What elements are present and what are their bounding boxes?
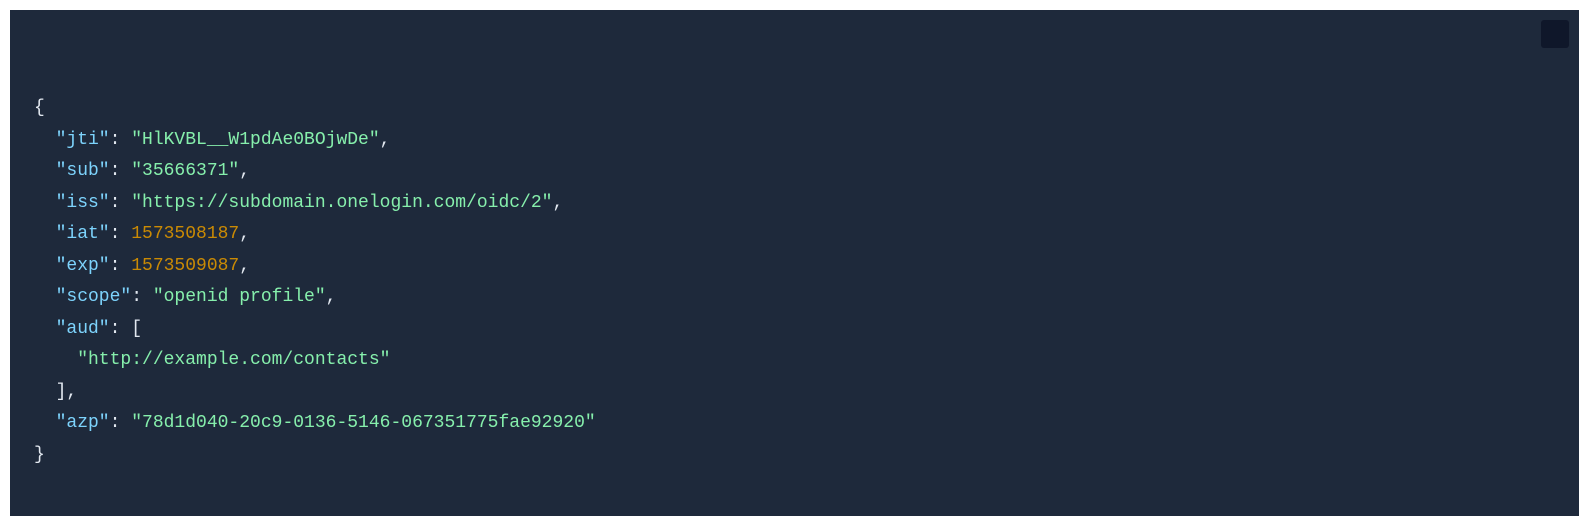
code-block: { "jti": "HlKVBL__W1pdAe0BOjwDe", "sub": "… xyxy=(10,10,1579,516)
comma: , xyxy=(239,224,250,244)
comma: , xyxy=(239,256,250,276)
val-sub: "35666371" xyxy=(131,161,239,181)
key-exp: "exp" xyxy=(56,256,110,276)
colon: : xyxy=(110,256,132,276)
comma: , xyxy=(553,193,564,213)
key-jti: "jti" xyxy=(56,130,110,150)
key-sub: "sub" xyxy=(56,161,110,181)
key-scope: "scope" xyxy=(56,287,132,307)
key-iat: "iat" xyxy=(56,224,110,244)
brace-open: { xyxy=(34,98,45,118)
colon: : xyxy=(110,224,132,244)
val-iat: 1573508187 xyxy=(131,224,239,244)
key-aud: "aud" xyxy=(56,319,110,339)
key-iss: "iss" xyxy=(56,193,110,213)
colon: : xyxy=(110,161,132,181)
copy-icon xyxy=(1514,10,1579,81)
colon: : xyxy=(110,193,132,213)
val-iss: "https://subdomain.onelogin.com/oidc/2" xyxy=(131,193,552,213)
colon: : xyxy=(110,319,132,339)
copy-button[interactable] xyxy=(1541,20,1569,48)
val-azp: "78d1d040-20c9-0136-5146-067351775fae929… xyxy=(131,413,595,433)
brace-close: } xyxy=(34,445,45,465)
val-aud-0: "http://example.com/contacts" xyxy=(77,350,390,370)
colon: : xyxy=(110,413,132,433)
colon: : xyxy=(110,130,132,150)
comma: , xyxy=(239,161,250,181)
val-scope: "openid profile" xyxy=(153,287,326,307)
val-jti: "HlKVBL__W1pdAe0BOjwDe" xyxy=(131,130,379,150)
comma: , xyxy=(66,382,77,402)
val-exp: 1573509087 xyxy=(131,256,239,276)
comma: , xyxy=(326,287,337,307)
bracket-open: [ xyxy=(131,319,142,339)
key-azp: "azp" xyxy=(56,413,110,433)
colon: : xyxy=(131,287,153,307)
comma: , xyxy=(380,130,391,150)
bracket-close: ] xyxy=(56,382,67,402)
